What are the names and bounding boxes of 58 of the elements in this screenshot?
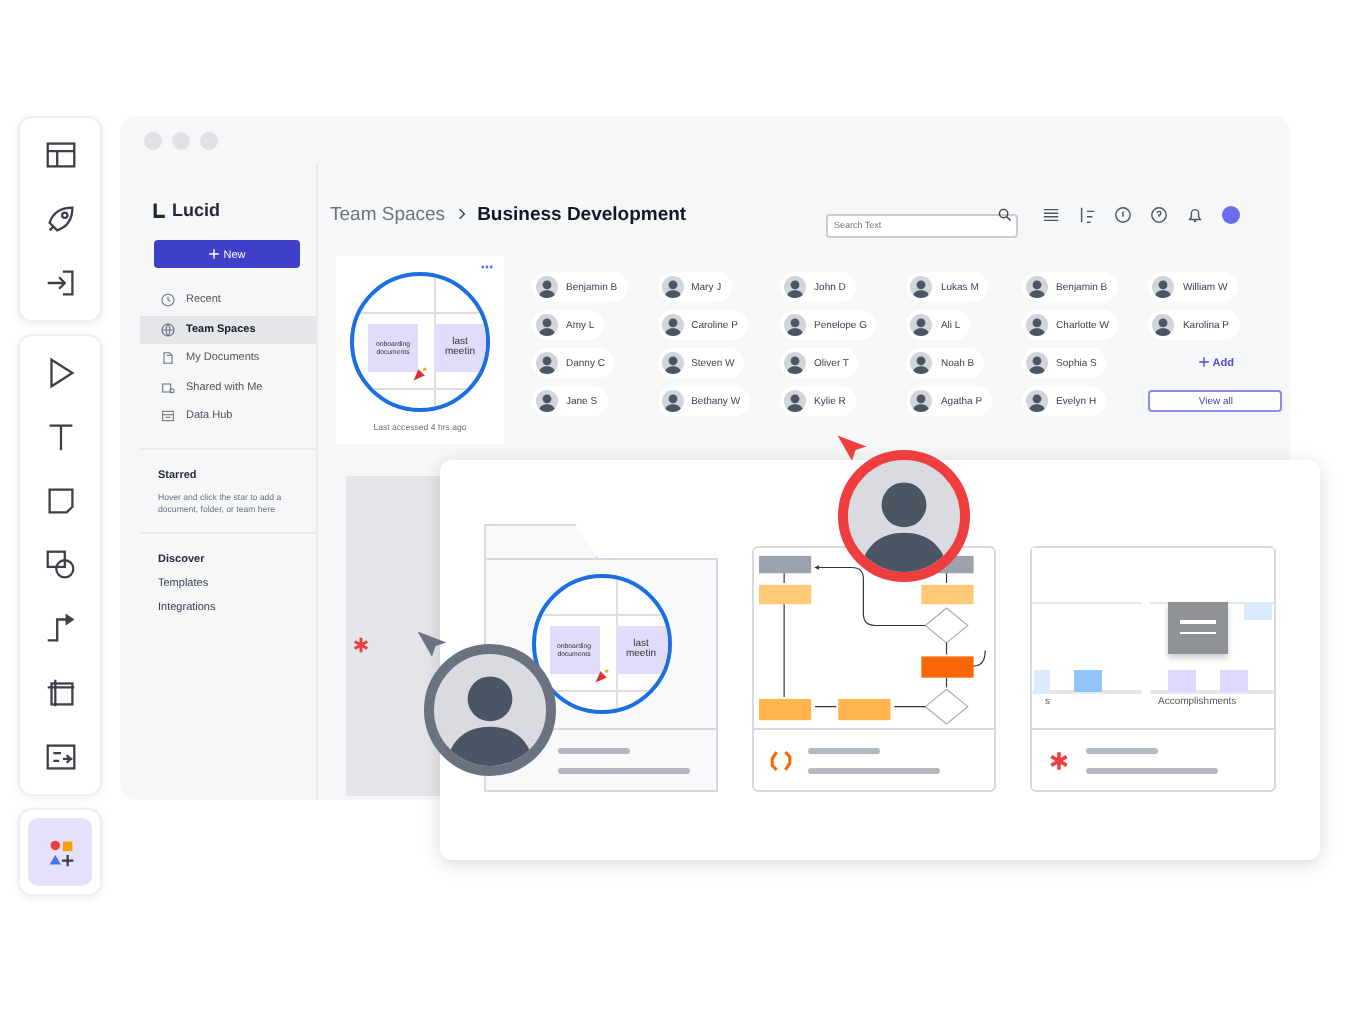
data-icon	[41, 738, 79, 776]
folder-tab	[484, 524, 598, 558]
logo-text: Lucid	[172, 200, 220, 220]
sticky-note	[1244, 601, 1272, 619]
layout-icon	[41, 136, 79, 174]
plus-icon	[1197, 356, 1210, 368]
menu-card-icon	[1168, 601, 1228, 653]
asterisk-icon	[1048, 749, 1070, 771]
flowchart-card[interactable]	[752, 546, 996, 792]
sticky-note	[1074, 670, 1102, 692]
globe-icon	[160, 321, 176, 338]
avatar-icon	[910, 390, 933, 412]
chevron-icon	[455, 208, 468, 220]
sort-icon[interactable]	[1078, 205, 1096, 223]
avatar-icon	[661, 352, 684, 374]
avatar-icon	[536, 390, 558, 412]
sticky-note	[1220, 670, 1248, 692]
asterisk-icon	[352, 636, 370, 654]
clock-icon	[160, 292, 176, 309]
help-icon[interactable]	[1150, 205, 1168, 223]
logo-icon	[152, 202, 168, 218]
info-icon[interactable]	[1114, 205, 1132, 223]
avatar-icon	[1026, 276, 1049, 298]
documents-icon	[160, 350, 176, 367]
avatar-icon	[910, 352, 933, 374]
avatar-icon	[661, 314, 684, 336]
avatar-icon	[910, 314, 933, 336]
bell-icon[interactable]	[1186, 205, 1204, 223]
sticky-note	[1168, 670, 1196, 692]
avatar-icon	[536, 352, 558, 374]
avatar-icon	[1152, 314, 1175, 336]
list-icon[interactable]	[1042, 205, 1060, 223]
more-icon[interactable]	[480, 264, 494, 270]
avatar-icon	[1026, 352, 1049, 374]
shapes-icon	[41, 546, 79, 584]
avatar-icon	[1152, 276, 1175, 298]
sticky-note	[1034, 670, 1050, 692]
avatar-icon	[536, 314, 558, 336]
avatar-icon	[784, 276, 807, 298]
user-avatar[interactable]	[1222, 205, 1240, 223]
avatar-icon	[1026, 390, 1049, 412]
avatar-icon	[661, 390, 684, 412]
avatar-icon	[661, 276, 684, 298]
avatar-icon	[910, 276, 933, 298]
avatar-icon	[784, 352, 807, 374]
avatar-icon	[1026, 314, 1049, 336]
data-icon	[160, 408, 176, 425]
page-title: Business Development	[477, 203, 687, 225]
plus-icon	[208, 247, 221, 259]
brand-icon	[770, 749, 793, 771]
avatar-icon	[536, 276, 558, 298]
search-icon	[998, 207, 1012, 221]
party-popper-icon	[412, 366, 428, 382]
party-popper-icon	[593, 668, 609, 684]
breadcrumb-link[interactable]: Team Spaces	[330, 203, 446, 225]
avatar-icon	[784, 390, 807, 412]
avatar-icon	[784, 314, 807, 336]
shared-icon	[160, 379, 176, 396]
